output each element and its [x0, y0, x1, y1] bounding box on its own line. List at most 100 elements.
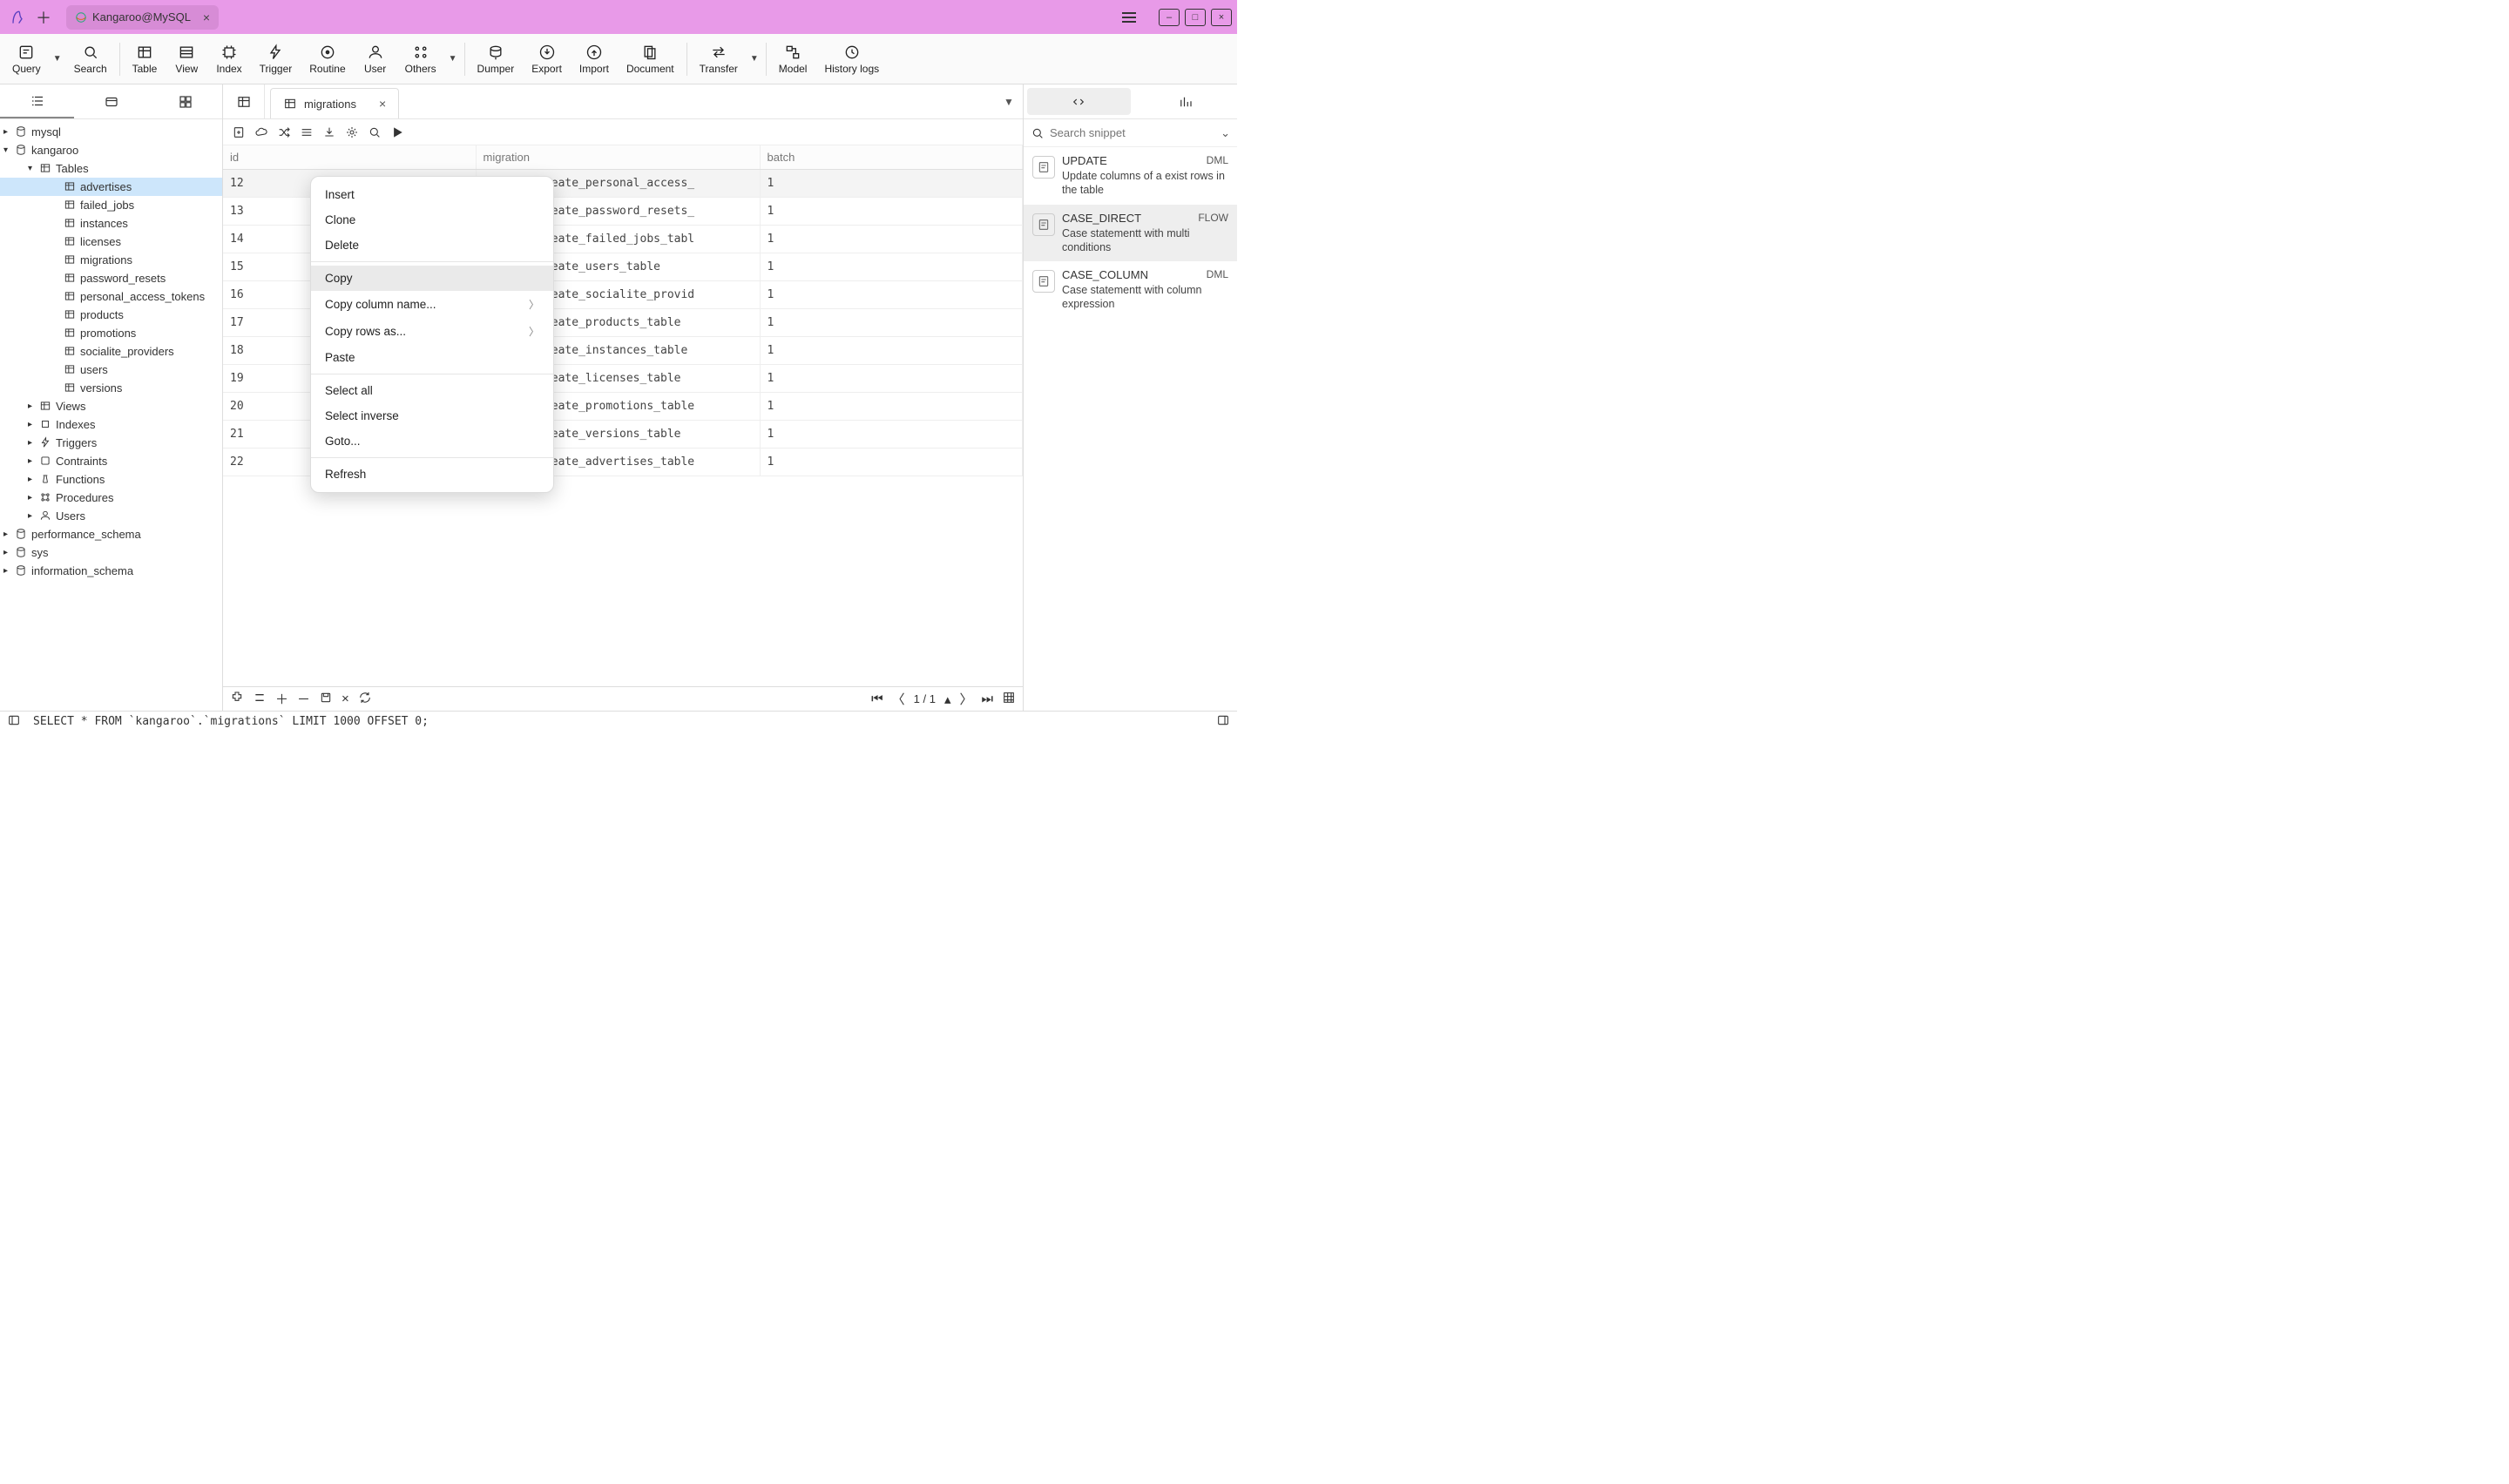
tree-folder[interactable]: ▾Tables: [0, 159, 222, 178]
tree-table[interactable]: advertises: [0, 178, 222, 196]
close-window-button[interactable]: ×: [1211, 9, 1232, 26]
toggle-right-panel-icon[interactable]: [1216, 713, 1230, 731]
minimize-button[interactable]: –: [1159, 9, 1180, 26]
ctx-select-all[interactable]: Select all: [311, 378, 553, 403]
column-header-batch[interactable]: batch: [760, 145, 1023, 170]
tree-table[interactable]: migrations: [0, 251, 222, 269]
cancel-icon[interactable]: ×: [342, 691, 349, 706]
transfer-button[interactable]: Transfer: [691, 40, 747, 78]
index-button[interactable]: Index: [207, 40, 250, 78]
refresh-icon[interactable]: [358, 691, 372, 708]
tree-folder[interactable]: ▸Views: [0, 397, 222, 415]
query-button[interactable]: Query: [3, 40, 50, 78]
page-dropdown-icon[interactable]: ▴: [944, 691, 951, 707]
search-button[interactable]: Search: [65, 40, 116, 78]
history-button[interactable]: History logs: [815, 40, 888, 78]
toggle-left-panel-icon[interactable]: [7, 713, 21, 731]
tree-folder[interactable]: ▸Functions: [0, 470, 222, 489]
tree-table[interactable]: instances: [0, 214, 222, 233]
column-header-migration[interactable]: migration: [476, 145, 760, 170]
import-button[interactable]: Import: [571, 40, 618, 78]
ctx-copy-rows-as-[interactable]: Copy rows as...〉: [311, 318, 553, 345]
snippet-code-tab[interactable]: [1027, 88, 1131, 115]
grid-mode-icon[interactable]: [1002, 691, 1016, 708]
others-button[interactable]: Others: [396, 40, 445, 78]
remove-row-icon[interactable]: －: [297, 690, 310, 708]
snippet-chart-tab[interactable]: [1134, 84, 1238, 118]
tree-db[interactable]: ▾kangaroo: [0, 141, 222, 159]
ctx-paste[interactable]: Paste: [311, 345, 553, 370]
tree-db[interactable]: ▸information_schema: [0, 562, 222, 580]
content-overview-tab[interactable]: [223, 84, 265, 118]
maximize-button[interactable]: □: [1185, 9, 1206, 26]
last-page-icon[interactable]: ⏭: [981, 691, 993, 706]
tree-table[interactable]: licenses: [0, 233, 222, 251]
tree-folder[interactable]: ▸Contraints: [0, 452, 222, 470]
others-dropdown-icon[interactable]: ▼: [445, 54, 461, 64]
filter-line-icon[interactable]: [253, 691, 267, 708]
tree-table[interactable]: promotions: [0, 324, 222, 342]
tabs-dropdown-icon[interactable]: ▼: [995, 84, 1023, 118]
snippet-item[interactable]: CASE_COLUMNDMLCase statementt with colum…: [1024, 261, 1237, 319]
tree-table[interactable]: failed_jobs: [0, 196, 222, 214]
tree-table[interactable]: password_resets: [0, 269, 222, 287]
tree-folder[interactable]: ▸Users: [0, 507, 222, 525]
play-icon[interactable]: [390, 125, 404, 139]
content-tab-migrations[interactable]: migrations ×: [270, 88, 399, 118]
sidebar-tab-grid[interactable]: [148, 84, 222, 118]
new-record-icon[interactable]: [232, 125, 246, 139]
dumper-button[interactable]: Dumper: [469, 40, 524, 78]
ctx-copy[interactable]: Copy: [311, 266, 553, 291]
settings-icon[interactable]: [345, 125, 359, 139]
tree-table[interactable]: personal_access_tokens: [0, 287, 222, 306]
save-icon[interactable]: [319, 691, 333, 708]
ctx-delete[interactable]: Delete: [311, 233, 553, 258]
sidebar-tab-list[interactable]: [0, 84, 74, 118]
ctx-clone[interactable]: Clone: [311, 207, 553, 233]
table-button[interactable]: Table: [124, 40, 166, 78]
tree-table[interactable]: versions: [0, 379, 222, 397]
prev-page-icon[interactable]: 〈: [892, 690, 905, 708]
export-button[interactable]: Export: [523, 40, 571, 78]
list-icon[interactable]: [300, 125, 314, 139]
snippet-search-input[interactable]: [1050, 126, 1215, 139]
transfer-dropdown-icon[interactable]: ▼: [747, 54, 762, 64]
new-tab-button[interactable]: ＋: [30, 5, 57, 30]
data-grid[interactable]: id migration batch 12_000001_create_pers…: [223, 145, 1023, 686]
tree-table[interactable]: users: [0, 361, 222, 379]
user-button[interactable]: User: [355, 40, 396, 78]
window-tab[interactable]: Kangaroo@MySQL ×: [66, 5, 219, 30]
snippet-item[interactable]: UPDATEDMLUpdate columns of a exist rows …: [1024, 147, 1237, 205]
routine-button[interactable]: Routine: [301, 40, 354, 78]
search-icon[interactable]: [368, 125, 382, 139]
tree-folder[interactable]: ▸Procedures: [0, 489, 222, 507]
tree-table[interactable]: socialite_providers: [0, 342, 222, 361]
tree-db[interactable]: ▸mysql: [0, 123, 222, 141]
tree-table[interactable]: products: [0, 306, 222, 324]
ctx-refresh[interactable]: Refresh: [311, 462, 553, 487]
view-button[interactable]: View: [166, 40, 207, 78]
cloud-icon[interactable]: [254, 125, 268, 139]
column-header-id[interactable]: id: [223, 145, 476, 170]
close-tab-icon[interactable]: ×: [203, 10, 210, 24]
close-tab-icon[interactable]: ×: [379, 97, 386, 111]
plugin-icon[interactable]: [230, 691, 244, 708]
hamburger-menu-icon[interactable]: [1122, 7, 1143, 28]
first-page-icon[interactable]: ⏮: [871, 691, 883, 706]
query-dropdown-icon[interactable]: ▼: [50, 54, 65, 64]
tree-folder[interactable]: ▸Triggers: [0, 434, 222, 452]
shuffle-icon[interactable]: [277, 125, 291, 139]
trigger-button[interactable]: Trigger: [251, 40, 301, 78]
snippet-item[interactable]: CASE_DIRECTFLOWCase statementt with mult…: [1024, 205, 1237, 262]
add-row-icon[interactable]: ＋: [275, 690, 288, 708]
ctx-insert[interactable]: Insert: [311, 182, 553, 207]
download-icon[interactable]: [322, 125, 336, 139]
sidebar-tab-card[interactable]: [74, 84, 148, 118]
ctx-goto-[interactable]: Goto...: [311, 428, 553, 454]
tree-db[interactable]: ▸performance_schema: [0, 525, 222, 543]
ctx-copy-column-name-[interactable]: Copy column name...〉: [311, 291, 553, 318]
tree-db[interactable]: ▸sys: [0, 543, 222, 562]
ctx-select-inverse[interactable]: Select inverse: [311, 403, 553, 428]
document-button[interactable]: Document: [618, 40, 683, 78]
next-page-icon[interactable]: 〉: [959, 690, 972, 708]
